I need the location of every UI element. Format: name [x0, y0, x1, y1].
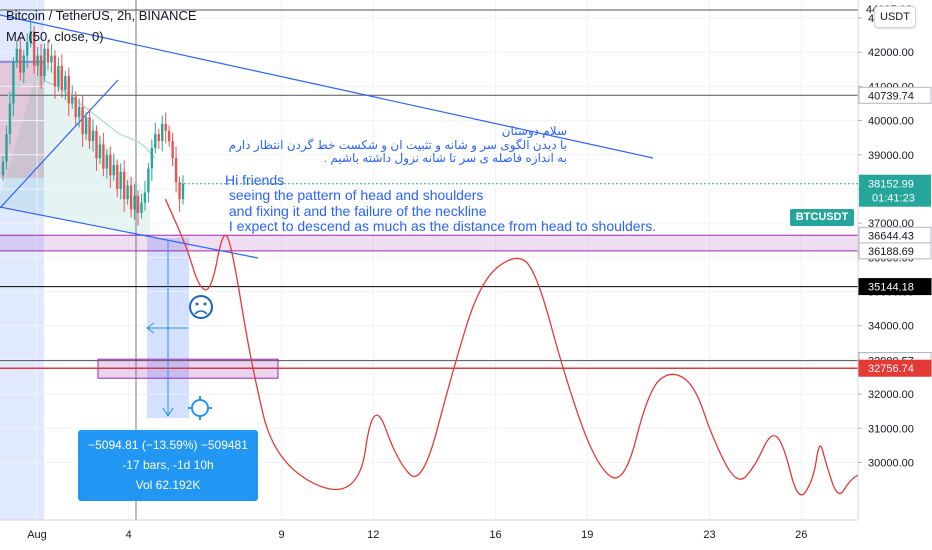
candle-body: [95, 130, 98, 159]
candle-body: [178, 182, 181, 200]
candle-body: [67, 76, 70, 104]
time-axis-label: 4: [126, 529, 132, 541]
candle-body: [1, 161, 5, 176]
candle-body: [88, 117, 91, 142]
candle-body: [36, 55, 39, 66]
candle-body: [15, 48, 19, 63]
time-axis-bg: [0, 520, 932, 550]
time-axis-label: 12: [367, 529, 379, 541]
candle-body: [116, 165, 119, 189]
measurement-tooltip: −5094.81 (−13.59%) −509481 -17 bars, -1d…: [78, 430, 258, 501]
sad-face-icon: [189, 295, 213, 319]
candle-body: [8, 103, 12, 135]
candle-body: [129, 185, 133, 210]
candle-body: [71, 96, 74, 104]
english-note-line-2: seeing the pattern of head and shoulders: [225, 187, 484, 203]
measurement-bars: -17 bars, -1d 10h: [122, 458, 214, 472]
persian-note-line-3: به اندازه فاصله ی سر تا شانه نزول داشته …: [323, 151, 567, 165]
candle-body: [60, 65, 64, 90]
candle-body: [91, 130, 95, 142]
candle-body: [19, 48, 22, 73]
countdown-text: 01:41:23: [872, 193, 915, 205]
english-note-line-1: Hi friends: [225, 172, 285, 188]
candle-body: [136, 195, 140, 213]
candle-body: [119, 171, 122, 189]
candle-body: [143, 192, 147, 203]
time-axis-label: 23: [703, 529, 715, 541]
candle-body: [22, 55, 25, 73]
time-axis-label: 9: [278, 529, 284, 541]
candle-body: [133, 195, 136, 210]
price-axis-label: 39000.00: [868, 150, 914, 162]
currency-button[interactable]: USDT: [874, 6, 916, 28]
candle-body: [81, 106, 84, 135]
candle-body: [43, 48, 46, 77]
candle-body: [140, 202, 143, 213]
candle-body: [74, 96, 77, 118]
sad-face-outline: [189, 295, 213, 319]
chart-title: Bitcoin / TetherUS, 2h, BINANCE: [6, 8, 197, 23]
candle-body: [171, 141, 174, 159]
time-axis-label: 19: [581, 529, 593, 541]
target-box: [97, 358, 279, 379]
price-level-tag-text: 36644.43: [868, 230, 914, 242]
candle-body: [174, 158, 178, 183]
candle-body: [147, 168, 150, 193]
candle-body: [39, 55, 43, 77]
symbol-badge: BTCUSDT: [790, 209, 854, 226]
english-note-line-4: I expect to descend as much as the dista…: [225, 218, 657, 234]
candle-body: [53, 55, 57, 87]
persian-note-line-1: سلام دوستان: [501, 124, 567, 138]
candle-body: [109, 154, 112, 176]
candle-body: [150, 147, 154, 169]
candle-body: [102, 144, 105, 169]
price-level-tag-text: 35144.18: [868, 282, 914, 294]
resistance-zone: [0, 235, 858, 251]
price-axis-label: 30000.00: [868, 457, 914, 469]
candle-body: [164, 123, 167, 131]
english-note-line-3: and fixing it and the failure of the nec…: [225, 203, 487, 219]
price-axis-label: 40000.00: [868, 116, 914, 128]
price-axis: 30000.0031000.0032000.0033000.0034000.00…: [180, 0, 932, 550]
candle-body: [161, 123, 164, 142]
price-level-tag-text: 36188.69: [868, 246, 914, 258]
ma-legend: MA (50, close, 0): [6, 29, 104, 44]
candle-body: [112, 165, 115, 176]
persian-note-line-2: با دیدن الگوی سر و شانه و تثبیت ان و شکس…: [228, 138, 567, 152]
candle-body: [5, 134, 8, 162]
price-axis-label: 34000.00: [868, 321, 914, 333]
time-axis-label: Aug: [27, 529, 47, 541]
candle-body: [126, 185, 129, 200]
candle-body: [12, 62, 15, 104]
candle-body: [84, 117, 88, 135]
time-axis: Aug 4 9 12 16 19 23 26: [0, 519, 932, 550]
price-level-tag-text: 40739.74: [868, 90, 914, 102]
time-axis-label: 16: [489, 529, 501, 541]
candle-body: [50, 55, 53, 63]
candle-body: [64, 76, 67, 90]
candle-body: [122, 171, 126, 200]
current-price-text: 38152.99: [868, 179, 914, 191]
measure-handle: [191, 399, 209, 417]
candle-body: [154, 134, 157, 148]
candle-body: [77, 106, 81, 118]
measurement-change: −5094.81 (−13.59%) −509481: [88, 438, 248, 452]
time-axis-label: 26: [795, 529, 807, 541]
candle-body: [57, 65, 60, 87]
chart-stage: { "header": { "title": "Bitcoin / Tether…: [0, 0, 932, 550]
price-axis-label: 42000.00: [868, 47, 914, 59]
candle-body: [105, 154, 109, 169]
sad-face-eye: [195, 302, 199, 306]
sad-face-eye: [203, 302, 207, 306]
price-axis-label: 32000.00: [868, 389, 914, 401]
candle-body: [46, 48, 50, 63]
candle-body: [181, 183, 185, 200]
candle-body: [98, 144, 102, 159]
candle-body: [167, 130, 171, 142]
price-level-tag-text: 32756.74: [868, 363, 914, 375]
sad-face-mouth: [194, 310, 208, 315]
measurement-volume: Vol 62.192K: [135, 478, 201, 492]
price-axis-label: 31000.00: [868, 423, 914, 435]
candle-body: [157, 134, 160, 142]
